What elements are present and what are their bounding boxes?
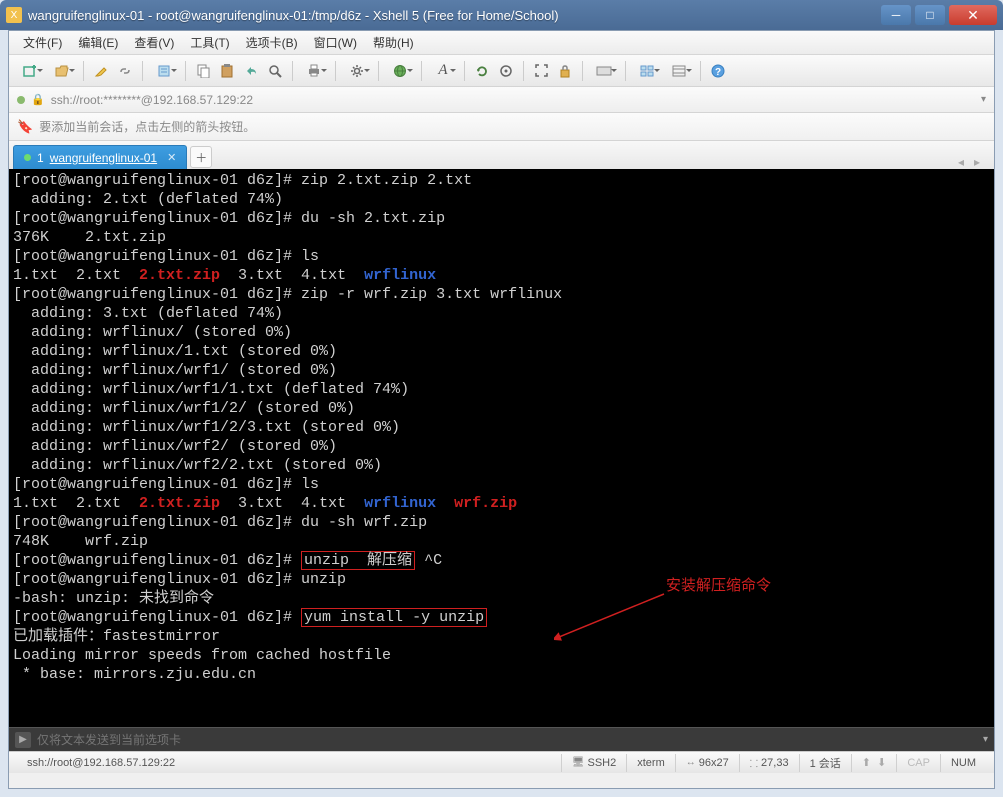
open-icon[interactable] [47, 60, 77, 82]
globe-icon[interactable] [385, 60, 415, 82]
address-dropdown-icon[interactable]: ▾ [981, 94, 986, 105]
app-frame: 文件(F) 编辑(E) 查看(V) 工具(T) 选项卡(B) 窗口(W) 帮助(… [8, 30, 995, 789]
tab-index: 1 [37, 151, 44, 165]
reload-icon[interactable] [471, 60, 493, 82]
connection-status-dot [17, 96, 25, 104]
menu-tabs[interactable]: 选项卡(B) [240, 32, 304, 53]
help-icon[interactable]: ? [707, 60, 729, 82]
tab-status-dot [24, 154, 31, 161]
pos-icon: ⸬ [750, 756, 758, 770]
send-dropdown-icon[interactable]: ▾ [983, 734, 988, 745]
link-icon[interactable] [114, 60, 136, 82]
infobar-text: 要添加当前会话，点击左侧的箭头按钮。 [39, 118, 255, 135]
send-input[interactable] [37, 733, 977, 747]
send-icon[interactable]: ▶ [15, 732, 31, 748]
status-ssh: 🖥SSH2 [561, 754, 626, 772]
copy-icon[interactable] [192, 60, 214, 82]
status-updown: ⬆ ⬇ [851, 754, 897, 772]
settings-icon[interactable] [342, 60, 372, 82]
status-num: NUM [940, 754, 986, 772]
status-sessions: 1 会话 [799, 754, 851, 772]
fullscreen-icon[interactable] [530, 60, 552, 82]
session-tab[interactable]: 1 wangruifenglinux-01 ✕ [13, 145, 187, 169]
menu-window[interactable]: 窗口(W) [308, 32, 363, 53]
status-size: ↔96x27 [675, 754, 739, 772]
size-icon: ↔ [686, 757, 696, 768]
target-icon[interactable] [495, 60, 517, 82]
status-cap: CAP [896, 754, 940, 772]
window-titlebar: X wangruifenglinux-01 - root@wangruifeng… [0, 0, 1003, 30]
tab-close-icon[interactable]: ✕ [167, 151, 176, 164]
ssh-icon: 🖥 [572, 757, 585, 768]
terminal[interactable]: [root@wangruifenglinux-01 d6z]# zip 2.tx… [9, 169, 994, 727]
lock-icon[interactable] [554, 60, 576, 82]
status-address: ssh://root@192.168.57.129:22 [17, 754, 561, 772]
menu-view[interactable]: 查看(V) [128, 32, 180, 53]
address-text[interactable]: ssh://root:********@192.168.57.129:22 [51, 93, 253, 107]
minimize-button[interactable]: ─ [881, 5, 911, 25]
print-icon[interactable] [299, 60, 329, 82]
window-controls: ─ □ ✕ [881, 5, 997, 25]
window-title: wangruifenglinux-01 - root@wangruifengli… [28, 8, 881, 23]
tab-prev-icon[interactable]: ◂ [954, 155, 968, 169]
keyboard-icon[interactable] [589, 60, 619, 82]
font-icon[interactable]: A [428, 60, 458, 82]
add-tab-button[interactable]: ＋ [190, 146, 212, 168]
annotation-text: 安装解压缩命令 [666, 577, 771, 596]
menubar: 文件(F) 编辑(E) 查看(V) 工具(T) 选项卡(B) 窗口(W) 帮助(… [9, 31, 994, 55]
menu-tools[interactable]: 工具(T) [184, 32, 235, 53]
layout-icon[interactable] [632, 60, 662, 82]
menu-edit[interactable]: 编辑(E) [72, 32, 124, 53]
menu-file[interactable]: 文件(F) [17, 32, 68, 53]
undo-icon[interactable] [240, 60, 262, 82]
status-pos: ⸬27,33 [739, 754, 799, 772]
close-button[interactable]: ✕ [949, 5, 997, 25]
sendbar: ▶ ▾ [9, 727, 994, 751]
paste-icon[interactable] [216, 60, 238, 82]
statusbar: ssh://root@192.168.57.129:22 🖥SSH2 xterm… [9, 751, 994, 773]
app-icon: X [6, 7, 22, 23]
maximize-button[interactable]: □ [915, 5, 945, 25]
status-term: xterm [626, 754, 675, 772]
svg-text:?: ? [715, 67, 721, 78]
new-session-icon[interactable] [15, 60, 45, 82]
properties-icon[interactable] [149, 60, 179, 82]
tabbar: 1 wangruifenglinux-01 ✕ ＋ ◂ ▸ [9, 141, 994, 169]
tab-name: wangruifenglinux-01 [50, 151, 157, 165]
toolbar: A ? [9, 55, 994, 87]
bookmark-icon[interactable]: 🔖 [17, 119, 33, 135]
addressbar: 🔒 ssh://root:********@192.168.57.129:22 … [9, 87, 994, 113]
menu-help[interactable]: 帮助(H) [367, 32, 420, 53]
infobar: 🔖 要添加当前会话，点击左侧的箭头按钮。 [9, 113, 994, 141]
search-icon[interactable] [264, 60, 286, 82]
tile-icon[interactable] [664, 60, 694, 82]
tab-next-icon[interactable]: ▸ [970, 155, 984, 169]
lock-icon: 🔒 [31, 93, 45, 106]
highlighter-icon[interactable] [90, 60, 112, 82]
